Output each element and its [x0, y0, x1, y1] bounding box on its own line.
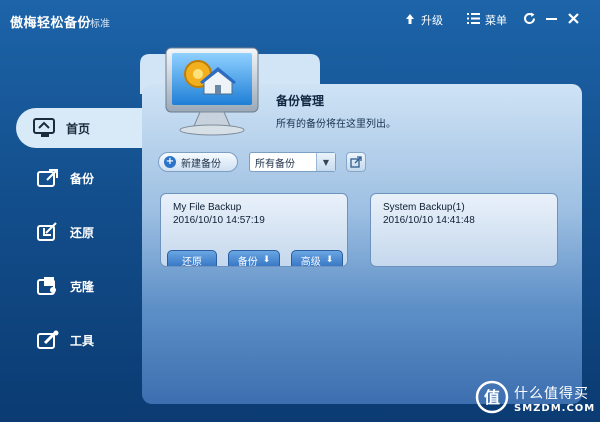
upgrade-button[interactable]: 升级: [404, 11, 443, 29]
home-monitor-icon: [32, 118, 58, 138]
watermark-logo: 值: [475, 380, 509, 414]
app-edition: 标准: [90, 19, 110, 30]
watermark-text: 什么值得买: [514, 386, 589, 402]
advanced-label: 高级: [300, 256, 321, 267]
sidebar-item-clone[interactable]: 克隆: [20, 266, 140, 306]
menu-button[interactable]: 菜单: [467, 11, 507, 29]
backup-now-button[interactable]: 备份 ⬇: [228, 250, 280, 267]
backup-card-file[interactable]: My File Backup 2016/10/10 14:57:19 还原 备份…: [160, 193, 348, 267]
clone-icon: [36, 276, 62, 296]
app-window: 傲梅轻松备份 标准 升级 菜单 备份管理 所有的备份将在这里列出。 首页 备份 …: [0, 0, 600, 422]
refresh-icon: [523, 12, 536, 28]
restore-icon: [36, 222, 62, 242]
chevron-double-down-icon: ⬇: [325, 255, 334, 265]
app-title: 傲梅轻松备份: [10, 16, 92, 31]
title-bar: 傲梅轻松备份 标准 升级 菜单: [0, 0, 600, 42]
backup-name: My File Backup: [173, 202, 242, 213]
chevron-down-icon: ▼: [316, 153, 335, 171]
upgrade-arrow-icon: [404, 13, 416, 28]
upgrade-label: 升级: [421, 14, 443, 27]
backup-name: System Backup(1): [383, 202, 465, 213]
watermark-domain: SMZDM.COM: [514, 403, 596, 414]
sidebar-item-label: 备份: [70, 171, 95, 186]
tools-icon: [36, 330, 62, 350]
close-icon: [568, 13, 579, 27]
sidebar-item-label: 克隆: [70, 279, 95, 294]
sidebar-item-tools[interactable]: 工具: [20, 320, 140, 360]
backup-label: 备份: [237, 256, 258, 267]
sidebar-item-label: 还原: [70, 225, 95, 240]
backup-filter-select[interactable]: 所有备份 ▼: [249, 152, 336, 172]
backup-card-actions: 还原 备份 ⬇ 高级 ⬇: [161, 248, 347, 266]
sidebar-item-label: 工具: [70, 333, 95, 348]
backup-filter-value: 所有备份: [255, 158, 295, 170]
close-button[interactable]: [568, 11, 584, 29]
sidebar-item-restore[interactable]: 还原: [20, 212, 140, 252]
sidebar-item-label: 首页: [66, 121, 91, 136]
menu-label: 菜单: [485, 14, 507, 27]
page-subtitle: 所有的备份将在这里列出。: [276, 119, 396, 130]
minimize-button[interactable]: [546, 11, 562, 29]
refresh-button[interactable]: [523, 11, 541, 29]
plus-icon: +: [164, 156, 176, 168]
new-backup-label: 新建备份: [181, 158, 221, 170]
sidebar-item-home[interactable]: 首页: [16, 108, 142, 148]
backup-icon: [36, 168, 62, 188]
backup-card-system[interactable]: System Backup(1) 2016/10/10 14:41:48: [370, 193, 558, 267]
watermark-logo-glyph: 值: [484, 388, 500, 407]
backup-time: 2016/10/10 14:57:19: [173, 215, 265, 226]
export-button[interactable]: [346, 152, 366, 172]
restore-button[interactable]: 还原: [167, 250, 217, 267]
chevron-double-down-icon: ⬇: [262, 255, 271, 265]
restore-label: 还原: [182, 256, 202, 267]
page-title: 备份管理: [276, 94, 325, 108]
backup-time: 2016/10/10 14:41:48: [383, 215, 475, 226]
advanced-button[interactable]: 高级 ⬇: [291, 250, 343, 267]
export-icon: [350, 153, 362, 172]
sidebar-item-backup[interactable]: 备份: [20, 158, 140, 198]
minimize-icon: [546, 13, 557, 28]
backup-monitor-icon: [160, 42, 264, 138]
new-backup-button[interactable]: + 新建备份: [158, 152, 238, 172]
menu-list-icon: [467, 13, 480, 27]
